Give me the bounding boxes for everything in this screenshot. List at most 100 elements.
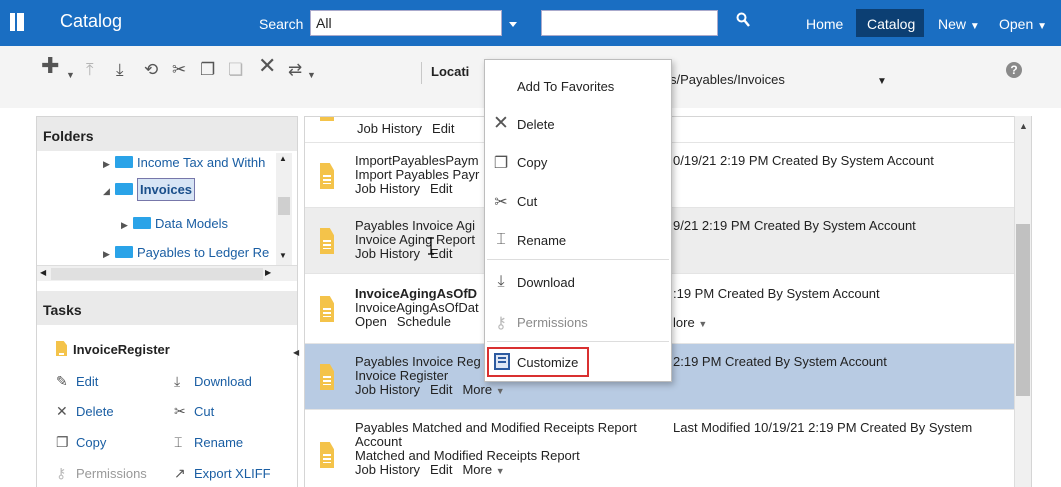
task-cut[interactable]: ✂ Cut [174, 403, 214, 420]
chevron-down-icon: ▼ [698, 319, 708, 329]
tasks-header: Tasks [37, 291, 297, 325]
menu-item-label: Rename [517, 233, 567, 248]
tree-item-data-models[interactable]: ▶ Data Models [121, 216, 228, 231]
folder-icon [115, 246, 133, 258]
more-link[interactable]: More ▼ [462, 382, 504, 397]
search-scope-select[interactable]: All [310, 10, 502, 36]
item-title[interactable]: InvoiceAgingAsOfD [355, 286, 477, 301]
folder-icon [133, 217, 151, 229]
swap-icon[interactable]: ⇄ [288, 61, 302, 79]
chevron-down-icon[interactable]: ▼ [877, 76, 887, 87]
menu-item-label: Delete [517, 117, 555, 132]
nav-catalog[interactable]: Catalog [867, 16, 915, 32]
edit-link[interactable]: Edit [432, 121, 454, 136]
item-title[interactable]: Payables Invoice Agi [355, 218, 475, 233]
scroll-right-icon[interactable]: ▶ [265, 268, 271, 277]
job-history-link[interactable]: Job History [355, 382, 420, 397]
report-icon [320, 296, 334, 322]
item-subtitle: Import Payables Payr [355, 167, 480, 182]
list-vertical-scrollbar[interactable]: ▲ [1014, 116, 1031, 487]
location-select[interactable]: s/Payables/Invoices [668, 67, 890, 91]
task-delete[interactable]: ✕ Delete [56, 403, 114, 420]
scroll-up-icon[interactable]: ▲ [1019, 121, 1028, 131]
selected-item-label: InvoiceRegister [73, 342, 170, 357]
copy-icon: ❐ [56, 434, 69, 450]
edit-link[interactable]: Edit [430, 181, 452, 196]
rename-icon: ⌶ [496, 231, 506, 248]
item-title[interactable]: Payables Invoice Reg [355, 354, 481, 369]
scrollbar-thumb[interactable] [278, 197, 290, 215]
collapse-icon[interactable]: ◢ [103, 186, 115, 197]
task-edit[interactable]: ✎ Edit [56, 373, 98, 390]
task-rename[interactable]: ⌶ Rename [174, 434, 243, 451]
more-link[interactable]: lore ▼ [673, 315, 707, 330]
app-title: Catalog [60, 11, 123, 31]
search-icon[interactable] [736, 12, 750, 28]
scrollbar-thumb[interactable] [1016, 224, 1030, 396]
task-permissions[interactable]: ⚷ Permissions [56, 465, 147, 482]
item-actions: Job History Edit More ▼ [355, 382, 505, 397]
tree-item-invoices[interactable]: ◢ Invoices [103, 178, 196, 201]
job-history-link[interactable]: Job History [355, 181, 420, 196]
task-export-xliff[interactable]: ↗ Export XLIFF [174, 465, 271, 482]
menu-divider [487, 259, 669, 260]
scrollbar-thumb[interactable] [51, 268, 263, 280]
expand-icon[interactable]: ▶ [103, 159, 115, 170]
upload-icon[interactable]: ⤒ [86, 61, 94, 79]
download-icon: ⤓ [497, 273, 505, 290]
tree-item-income-tax[interactable]: ▶ Income Tax and Withh [103, 155, 265, 170]
new-icon[interactable]: ✚ [41, 55, 59, 77]
chevron-down-icon[interactable]: ▼ [66, 66, 75, 84]
scroll-down-icon[interactable]: ▼ [279, 251, 287, 260]
list-item[interactable]: Payables Matched and Modified Receipts R… [305, 410, 1017, 487]
item-title[interactable]: ImportPayablesPaym [355, 153, 479, 168]
chevron-down-icon[interactable]: ▼ [307, 66, 316, 84]
refresh-icon[interactable]: ⟲ [144, 61, 158, 79]
download-icon: ⤓ [174, 373, 181, 389]
paste-icon[interactable]: ❏ [228, 61, 243, 79]
nav-home[interactable]: Home [806, 16, 843, 32]
folders-vertical-scrollbar[interactable]: ▲ ▼ [276, 153, 292, 265]
folder-icon [115, 183, 133, 195]
item-actions: Job History Edit [355, 246, 462, 261]
task-label: Permissions [76, 466, 147, 481]
menu-divider [487, 341, 669, 342]
item-subtitle: Matched and Modified Receipts Report [355, 448, 580, 463]
nav-new[interactable]: New ▼ [938, 16, 980, 32]
item-title-cont[interactable]: Account [355, 434, 402, 449]
cut-icon[interactable]: ✂ [172, 61, 186, 79]
item-title[interactable]: Payables Matched and Modified Receipts R… [355, 420, 637, 435]
search-input[interactable] [541, 10, 718, 36]
edit-link[interactable]: Edit [430, 382, 452, 397]
task-label: Delete [76, 404, 114, 419]
task-copy[interactable]: ❐ Copy [56, 434, 106, 451]
more-link[interactable]: More ▼ [462, 462, 504, 477]
help-icon[interactable]: ? [1006, 62, 1022, 78]
task-label: Download [194, 374, 252, 389]
scroll-up-icon[interactable]: ▲ [279, 154, 287, 163]
toolbar-divider [421, 62, 422, 84]
job-history-link[interactable]: Job History [355, 246, 420, 261]
folders-horizontal-scrollbar[interactable]: ◀ ▶ [37, 265, 297, 281]
edit-link[interactable]: Edit [430, 462, 452, 477]
open-link[interactable]: Open [355, 314, 387, 329]
left-panel: Folders ▶ Income Tax and Withh ◢ Invoices … [36, 116, 298, 487]
copy-icon[interactable]: ❐ [200, 61, 215, 79]
download-icon[interactable]: ⤓ [116, 61, 124, 79]
nav-open[interactable]: Open ▼ [999, 16, 1047, 32]
tree-item-payables-ledger[interactable]: ▶ Payables to Ledger Re [103, 245, 269, 260]
scroll-left-icon[interactable]: ◀ [40, 268, 46, 277]
search-scope-dropdown-icon[interactable] [503, 13, 523, 35]
delete-icon[interactable]: ✕ [258, 55, 276, 77]
panel-splitter-handle[interactable]: ◀ [293, 348, 299, 362]
chevron-down-icon: ▼ [969, 21, 980, 32]
schedule-link[interactable]: Schedule [397, 314, 451, 329]
expand-icon[interactable]: ▶ [121, 220, 133, 231]
task-download[interactable]: ⤓ Download [174, 373, 252, 390]
item-meta: 9/21 2:19 PM Created By System Account [673, 218, 916, 233]
expand-icon[interactable]: ▶ [103, 249, 115, 260]
report-icon [320, 163, 334, 189]
job-history-link[interactable]: Job History [357, 121, 422, 136]
menu-item-label: Download [517, 275, 575, 290]
job-history-link[interactable]: Job History [355, 462, 420, 477]
